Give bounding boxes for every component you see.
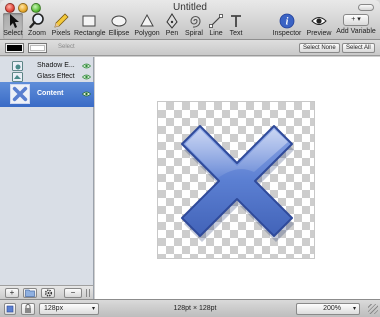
select-all-button[interactable]: Select All <box>342 43 375 53</box>
select-options-label: Select <box>58 44 75 50</box>
folder-icon <box>25 289 35 297</box>
add-variable-button[interactable]: + ▾ Add Variable <box>335 13 377 39</box>
lock-size-button[interactable] <box>21 303 35 315</box>
inspector-button[interactable]: i Inspector <box>272 13 302 39</box>
toolbar-toggle-button[interactable] <box>358 4 374 11</box>
layer-name: Content <box>37 90 64 97</box>
tool-label: Preview <box>306 30 332 37</box>
tool-label: Inspector <box>272 30 302 37</box>
plus-dropdown-icon: + ▾ <box>343 14 369 26</box>
eye-icon <box>311 17 327 25</box>
visibility-eye-icon[interactable] <box>82 74 91 80</box>
tool-zoom[interactable]: Zoom <box>26 13 48 39</box>
zoom-select[interactable]: 200% ▾ <box>296 303 360 315</box>
pen-icon <box>166 13 178 29</box>
tool-label: Line <box>209 30 223 37</box>
remove-layer-button[interactable]: − <box>64 288 82 298</box>
canvas-size-select[interactable]: 128px ▾ <box>39 303 99 315</box>
options-bar: Select Select None Select All <box>0 40 380 56</box>
spiral-icon <box>190 15 201 28</box>
visibility-eye-icon[interactable] <box>82 63 91 69</box>
tool-line[interactable]: Line <box>207 13 225 39</box>
tool-label: Ellipse <box>108 30 130 37</box>
tool-label: Text <box>229 30 243 37</box>
canvas-area[interactable] <box>95 57 380 299</box>
window-title: Untitled <box>173 2 207 13</box>
resize-corner-icon[interactable] <box>368 304 378 314</box>
layers-sidebar: Shadow E... Glass Effect Content <box>0 57 94 285</box>
visibility-eye-icon[interactable] <box>82 91 91 97</box>
tool-label: Rectangle <box>74 30 106 37</box>
canvas-settings-button[interactable] <box>4 303 16 315</box>
tool-ellipse[interactable]: Ellipse <box>107 13 131 39</box>
chevron-down-icon: ▾ <box>352 306 356 312</box>
tool-label: Select <box>3 30 23 37</box>
tool-label: Pen <box>165 30 179 37</box>
tool-label: Zoom <box>28 30 46 37</box>
canvas-icon <box>6 305 14 313</box>
content-layer-icon <box>10 84 30 104</box>
canvas-size-value: 128px <box>44 305 64 312</box>
tool-rectangle[interactable]: Rectangle <box>74 13 106 39</box>
glass-effect-icon <box>12 72 23 82</box>
tool-label: Pixels <box>51 30 71 37</box>
tool-label: Add Variable <box>336 28 376 35</box>
chevron-down-icon: ▾ <box>91 306 95 312</box>
select-none-button[interactable]: Select None <box>299 43 340 53</box>
toolbar: Untitled Select Zoom Pixels Rectangle El… <box>0 0 380 40</box>
preview-button[interactable]: Preview <box>305 13 333 39</box>
tool-label: Polygon <box>134 30 160 37</box>
status-bar: 128px ▾ 128pt × 128pt 200% ▾ <box>0 299 380 317</box>
zoom-value: 200% <box>323 305 341 312</box>
layer-content[interactable]: Content <box>0 82 94 107</box>
polygon-icon <box>140 13 154 27</box>
tool-polygon[interactable]: Polygon <box>134 13 160 39</box>
document-canvas[interactable] <box>157 101 315 259</box>
svg-text:i: i <box>286 17 289 28</box>
arrow-cursor-icon <box>10 14 19 28</box>
line-icon <box>209 14 223 28</box>
layer-name: Glass Effect <box>37 73 75 80</box>
text-icon <box>231 15 241 27</box>
tool-pen[interactable]: Pen <box>163 13 181 39</box>
gear-icon <box>44 289 52 297</box>
tool-spiral[interactable]: Spiral <box>183 13 205 39</box>
rectangle-icon <box>82 15 96 27</box>
app-window: Untitled Select Zoom Pixels Rectangle El… <box>0 0 380 317</box>
layers-sidebar-footer: + − <box>0 285 94 299</box>
resize-grip-icon[interactable] <box>86 289 90 297</box>
tool-label: Spiral <box>185 30 203 37</box>
pencil-icon <box>54 13 69 28</box>
ellipse-icon <box>111 15 127 27</box>
lock-icon <box>25 304 31 313</box>
x-shape-graphic[interactable] <box>158 102 316 260</box>
add-layer-button[interactable]: + <box>5 288 19 298</box>
info-icon: i <box>279 13 295 29</box>
fill-color-well[interactable] <box>28 43 47 53</box>
add-folder-button[interactable] <box>23 288 37 298</box>
tool-pixels[interactable]: Pixels <box>50 13 72 39</box>
layer-name: Shadow E... <box>37 62 75 69</box>
tool-text[interactable]: Text <box>227 13 245 39</box>
tool-select[interactable]: Select <box>3 13 23 39</box>
stroke-color-well[interactable] <box>5 43 24 53</box>
magnifier-icon <box>29 13 44 29</box>
layer-actions-button[interactable] <box>41 288 55 298</box>
canvas-dimensions: 128pt × 128pt <box>173 305 217 312</box>
